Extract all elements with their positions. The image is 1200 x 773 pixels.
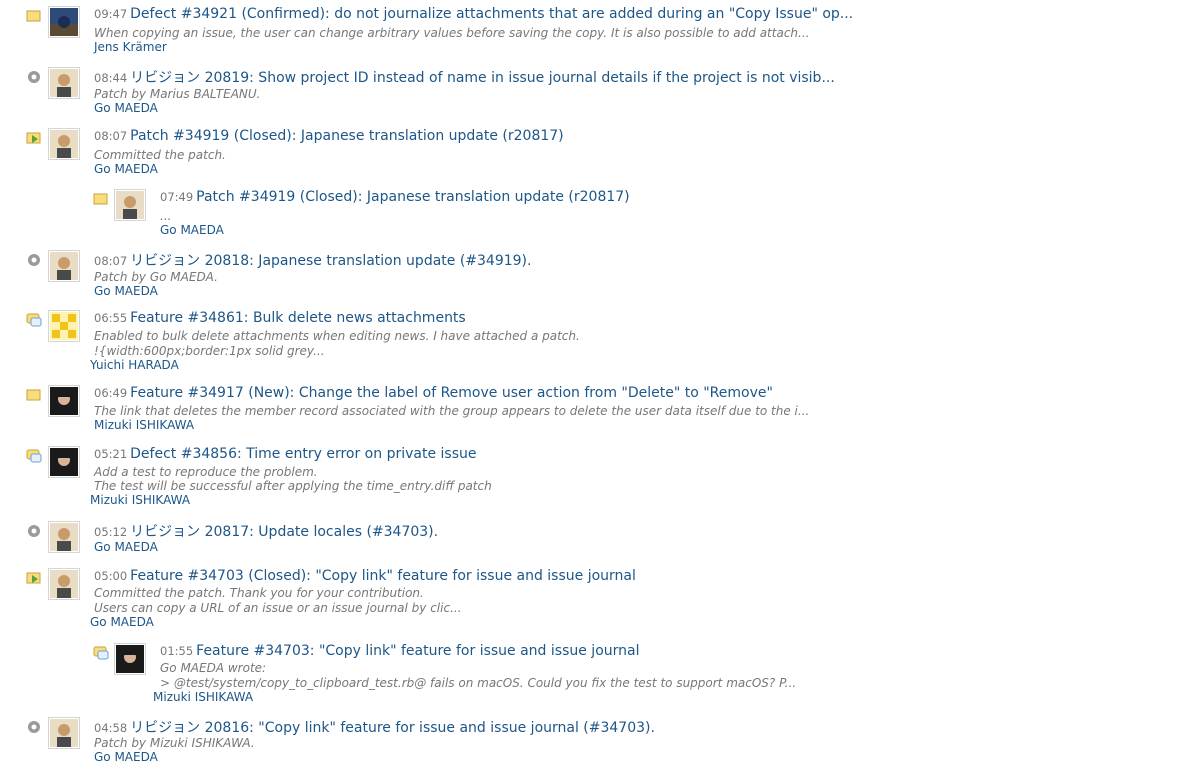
avatar xyxy=(48,6,80,38)
entry-author-link[interactable]: Jens Krämer xyxy=(94,40,167,54)
entry-title-link[interactable]: リビジョン 20818: Japanese translation update… xyxy=(130,253,531,269)
avatar xyxy=(48,568,80,600)
entry-time: 04:58 xyxy=(94,721,128,735)
entry-author-link[interactable]: Go MAEDA xyxy=(94,101,158,115)
entry-description: Committed the patch. Thank you for your … xyxy=(94,586,424,600)
entry-author-link[interactable]: Mizuki ISHIKAWA xyxy=(153,690,253,704)
avatar xyxy=(48,385,80,417)
avatar xyxy=(48,717,80,749)
entry-description: ... xyxy=(160,209,172,223)
entry-time: 06:55 xyxy=(94,311,128,325)
entry-title-link[interactable]: リビジョン 20816: "Copy link" feature for iss… xyxy=(130,720,655,736)
entry-description: The test will be successful after applyi… xyxy=(94,479,492,493)
entry-description: Patch by Go MAEDA. xyxy=(94,270,218,284)
entry-description: Go MAEDA wrote: xyxy=(160,661,267,675)
avatar xyxy=(114,643,146,675)
entry-time: 05:21 xyxy=(94,447,128,461)
entry-description: The link that deletes the member record … xyxy=(94,404,810,418)
comment-icon xyxy=(26,448,42,464)
entry-author-link[interactable]: Go MAEDA xyxy=(94,162,158,176)
entry-time: 05:12 xyxy=(94,525,128,539)
entry-description: Patch by Mizuki ISHIKAWA. xyxy=(94,736,255,750)
avatar xyxy=(48,67,80,99)
entry-title-link[interactable]: Defect #34921 (Confirmed): do not journa… xyxy=(130,6,853,22)
entry-time: 07:49 xyxy=(160,190,194,204)
entry-title-link[interactable]: Feature #34703: "Copy link" feature for … xyxy=(196,643,639,659)
entry-author-link[interactable]: Go MAEDA xyxy=(94,540,158,554)
gear-icon xyxy=(26,252,42,268)
entry-author-link[interactable]: Go MAEDA xyxy=(94,284,158,298)
entry-title-link[interactable]: Feature #34703 (Closed): "Copy link" fea… xyxy=(130,568,636,584)
entry-description: > @test/system/copy_to_clipboard_test.rb… xyxy=(160,676,797,690)
closed-arrow-icon xyxy=(26,130,42,146)
entry-title-link[interactable]: Feature #34917 (New): Change the label o… xyxy=(130,385,773,401)
entry-description: Committed the patch. xyxy=(94,148,226,162)
note-icon xyxy=(93,191,109,207)
gear-icon xyxy=(26,523,42,539)
entry-title-link[interactable]: リビジョン 20819: Show project ID instead of … xyxy=(130,70,835,86)
entry-time: 06:49 xyxy=(94,386,128,400)
entry-time: 01:55 xyxy=(160,644,194,658)
comment-icon xyxy=(26,312,42,328)
gear-icon xyxy=(26,69,42,85)
entry-time: 09:47 xyxy=(94,7,128,21)
entry-description: When copying an issue, the user can chan… xyxy=(94,26,810,40)
entry-title-link[interactable]: Patch #34919 (Closed): Japanese translat… xyxy=(130,128,563,144)
avatar xyxy=(48,521,80,553)
entry-time: 08:07 xyxy=(94,254,128,268)
note-icon xyxy=(26,387,42,403)
avatar xyxy=(48,310,80,342)
entry-description: Add a test to reproduce the problem. xyxy=(94,465,318,479)
entry-time: 08:44 xyxy=(94,71,128,85)
entry-author-link[interactable]: Mizuki ISHIKAWA xyxy=(90,493,190,507)
entry-time: 05:00 xyxy=(94,569,128,583)
avatar xyxy=(48,128,80,160)
entry-description: Users can copy a URL of an issue or an i… xyxy=(94,601,462,615)
note-icon xyxy=(26,8,42,24)
entry-description: Patch by Marius BALTEANU. xyxy=(94,87,261,101)
entry-title-link[interactable]: Feature #34861: Bulk delete news attachm… xyxy=(130,310,466,326)
entry-title-link[interactable]: Defect #34856: Time entry error on priva… xyxy=(130,446,476,462)
entry-time: 08:07 xyxy=(94,129,128,143)
entry-title-link[interactable]: リビジョン 20817: Update locales (#34703). xyxy=(130,524,438,540)
entry-author-link[interactable]: Go MAEDA xyxy=(160,223,224,237)
entry-author-link[interactable]: Yuichi HARADA xyxy=(90,358,179,372)
gear-icon xyxy=(26,719,42,735)
comment-icon xyxy=(93,645,109,661)
avatar xyxy=(48,446,80,478)
entry-title-link[interactable]: Patch #34919 (Closed): Japanese translat… xyxy=(196,189,629,205)
avatar xyxy=(48,250,80,282)
closed-arrow-icon xyxy=(26,570,42,586)
entry-author-link[interactable]: Go MAEDA xyxy=(94,750,158,764)
entry-author-link[interactable]: Mizuki ISHIKAWA xyxy=(94,418,194,432)
entry-description: !{width:600px;border:1px solid grey... xyxy=(94,344,325,358)
entry-author-link[interactable]: Go MAEDA xyxy=(90,615,154,629)
entry-description: Enabled to bulk delete attachments when … xyxy=(94,329,580,343)
avatar xyxy=(114,189,146,221)
